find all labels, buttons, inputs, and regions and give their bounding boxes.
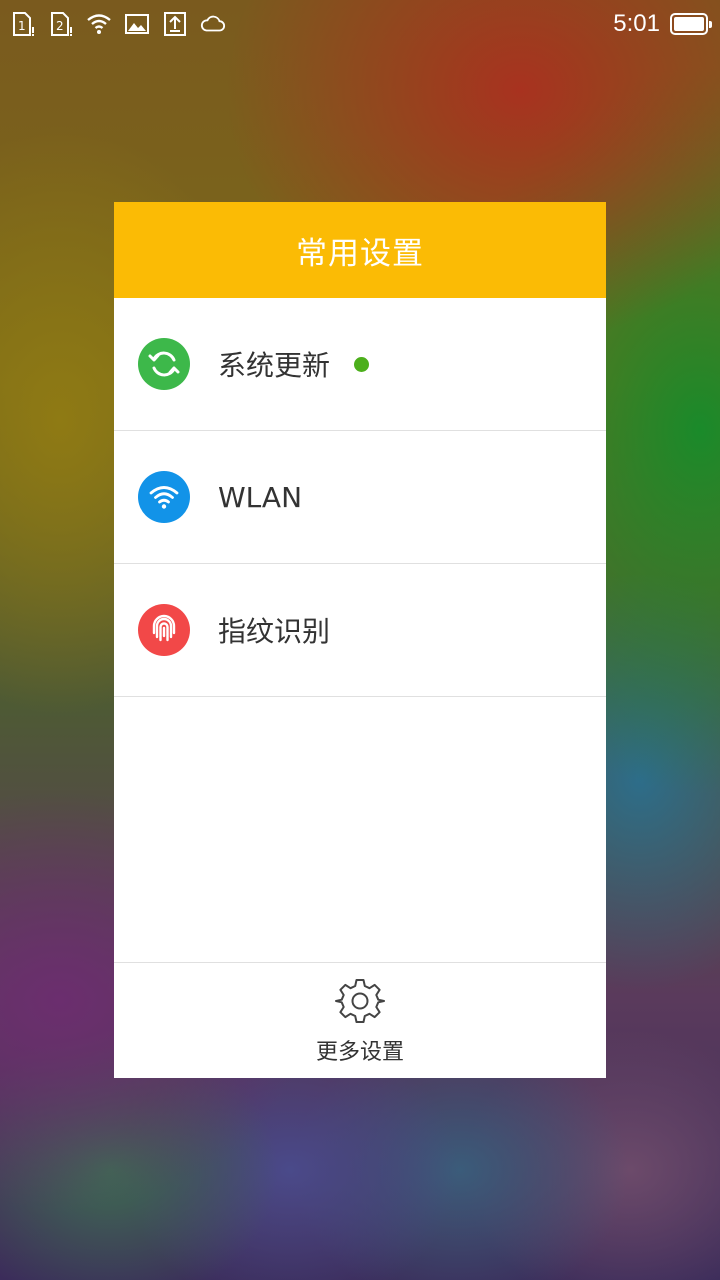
clock: 5:01 [613, 10, 660, 37]
settings-item-fingerprint[interactable]: 指纹识别 [114, 564, 606, 697]
sim2-icon: 2 [48, 11, 74, 37]
settings-item-label: 指纹识别 [218, 615, 331, 648]
status-bar: 1 2 5:01 [0, 0, 720, 48]
panel-header: 常用设置 [114, 202, 606, 298]
battery-full-icon [670, 13, 712, 35]
settings-list: 系统更新 WLAN 指纹识别 [114, 298, 606, 697]
sim1-icon: 1 [10, 11, 36, 37]
wifi-icon [138, 471, 190, 523]
svg-text:1: 1 [18, 19, 26, 33]
sync-icon [138, 338, 190, 390]
fingerprint-icon [138, 604, 190, 656]
settings-item-label: WLAN [218, 480, 303, 514]
cloud-icon [200, 11, 226, 37]
quick-settings-panel: 常用设置 系统更新 WLAN 指纹识别 更多设置 [114, 202, 606, 1078]
settings-item-wlan[interactable]: WLAN [114, 431, 606, 564]
gear-icon [335, 976, 385, 1030]
more-settings-button[interactable]: 更多设置 [114, 962, 606, 1078]
panel-title: 常用设置 [296, 235, 424, 272]
settings-item-label: 系统更新 [218, 349, 331, 382]
image-icon [124, 11, 150, 37]
svg-text:2: 2 [56, 19, 64, 33]
upload-icon [162, 11, 188, 37]
wifi-icon [86, 11, 112, 37]
settings-item-system-update[interactable]: 系统更新 [114, 298, 606, 431]
more-settings-label: 更多设置 [315, 1039, 404, 1065]
update-available-dot [354, 356, 370, 372]
